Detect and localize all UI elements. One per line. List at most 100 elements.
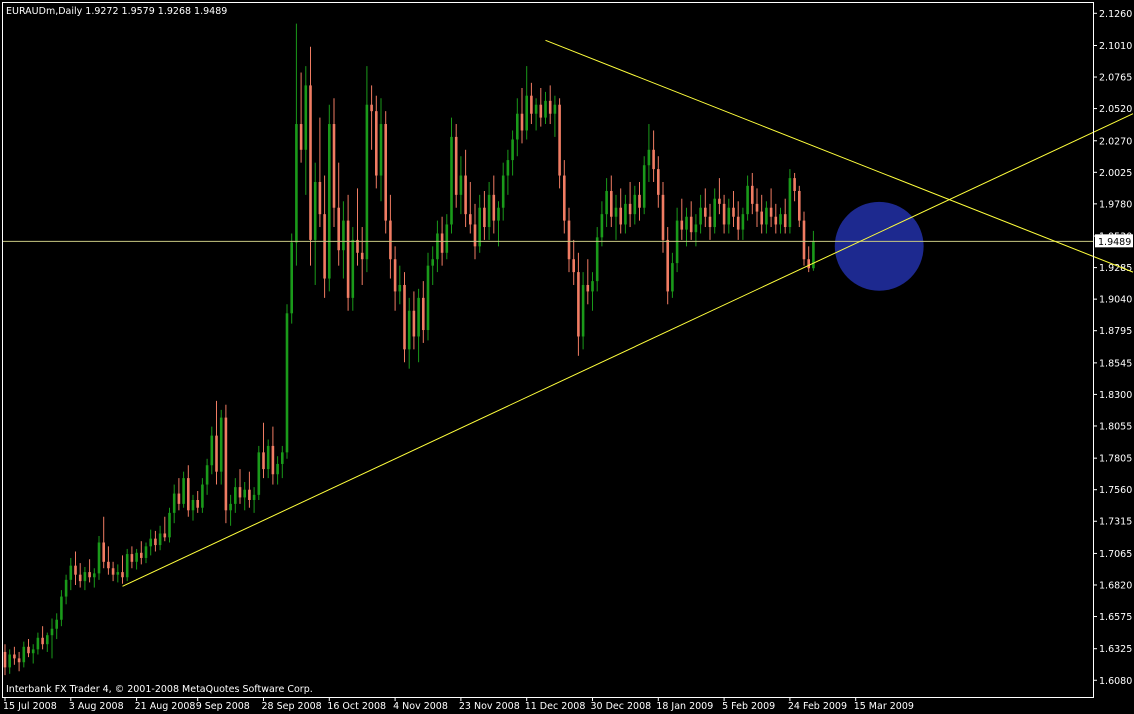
candle-body bbox=[144, 546, 148, 558]
candle-body bbox=[78, 574, 82, 582]
candle-body bbox=[201, 484, 204, 508]
candle-body bbox=[281, 452, 284, 464]
candle-body bbox=[558, 104, 561, 176]
candle-body bbox=[36, 637, 40, 650]
candle-body bbox=[807, 259, 810, 269]
x-tick-label: 11 Dec 2008 bbox=[525, 701, 586, 712]
candle-body bbox=[191, 500, 195, 511]
candle-body bbox=[97, 542, 101, 574]
y-tick-label: 1.6080 bbox=[1099, 676, 1132, 687]
candle-body bbox=[403, 284, 406, 350]
x-tick-label: 28 Sep 2008 bbox=[262, 701, 322, 712]
candle-body bbox=[111, 568, 115, 575]
candle-body bbox=[365, 104, 369, 260]
y-tick-label: 1.8795 bbox=[1099, 326, 1132, 337]
candle-body bbox=[74, 565, 77, 575]
candle-body bbox=[783, 214, 787, 228]
candle-body bbox=[13, 654, 16, 659]
candle-body bbox=[135, 552, 138, 562]
candle-body bbox=[22, 646, 26, 663]
candle-body bbox=[417, 297, 420, 337]
candle-body bbox=[234, 487, 237, 504]
candle-body bbox=[182, 478, 185, 504]
candle-body bbox=[769, 207, 773, 217]
candle-body bbox=[69, 565, 73, 580]
candle-body bbox=[229, 503, 232, 511]
candle-body bbox=[389, 220, 392, 260]
candle-body bbox=[55, 619, 58, 629]
y-tick-label: 2.1010 bbox=[1099, 41, 1132, 52]
candle-body bbox=[422, 297, 425, 331]
candle-body bbox=[224, 417, 228, 511]
candle-body bbox=[318, 181, 322, 215]
candle-body bbox=[628, 203, 632, 215]
candle-body bbox=[802, 220, 806, 260]
candle-body bbox=[440, 233, 444, 253]
candle-body bbox=[431, 259, 434, 266]
candle-body bbox=[304, 85, 308, 150]
candle-body bbox=[107, 561, 110, 569]
bull-candle bbox=[426, 252, 430, 341]
candle-body bbox=[544, 100, 547, 118]
candlestick-chart[interactable]: 2.1260 2.1010 2.0765 2.0520 2.0270 2.0025 1.97… bbox=[0, 0, 1134, 714]
candle-body bbox=[436, 233, 439, 260]
y-tick-label: 1.6820 bbox=[1099, 580, 1132, 591]
candle-body bbox=[88, 572, 91, 578]
y-tick-label: 2.1260 bbox=[1099, 9, 1132, 20]
bear-candle bbox=[224, 404, 228, 524]
candle-body bbox=[610, 190, 613, 217]
candle-body bbox=[158, 533, 162, 546]
x-tick-label: 24 Feb 2009 bbox=[788, 701, 847, 712]
candle-body bbox=[196, 500, 199, 508]
candle-body bbox=[478, 207, 481, 247]
candle-body bbox=[675, 220, 679, 264]
y-tick-label: 2.0765 bbox=[1099, 73, 1132, 84]
candle-body bbox=[168, 512, 171, 538]
candle-body bbox=[487, 194, 491, 228]
candle-body bbox=[323, 214, 326, 279]
y-tick-label: 1.7560 bbox=[1099, 485, 1132, 496]
candle-body bbox=[163, 533, 167, 538]
candle-body bbox=[699, 207, 702, 225]
x-tick-label: 21 Aug 2008 bbox=[135, 701, 196, 712]
candle-body bbox=[31, 649, 35, 654]
candle-body bbox=[506, 160, 510, 176]
candle-body bbox=[765, 207, 768, 225]
x-tick-label: 9 Sep 2008 bbox=[196, 701, 250, 712]
bull-candle bbox=[168, 507, 171, 543]
candle-body bbox=[248, 489, 251, 501]
candle-body bbox=[177, 493, 181, 504]
candle-body bbox=[793, 178, 796, 191]
candle-body bbox=[704, 207, 707, 217]
candle-body bbox=[313, 181, 317, 240]
candle-body bbox=[473, 224, 477, 247]
candle-body bbox=[760, 211, 763, 225]
candle-body bbox=[661, 194, 665, 240]
candle-body bbox=[713, 198, 716, 228]
candle-body bbox=[511, 139, 514, 161]
candle-body bbox=[694, 224, 698, 233]
candle-body bbox=[680, 220, 684, 230]
candle-body bbox=[459, 175, 463, 195]
candle-body bbox=[370, 104, 373, 112]
candle-body bbox=[671, 263, 674, 292]
candle-body bbox=[379, 124, 383, 176]
candle-body bbox=[548, 100, 552, 114]
candle-body bbox=[534, 104, 538, 114]
y-tick-label: 1.8300 bbox=[1099, 390, 1132, 401]
candle-body bbox=[581, 284, 585, 337]
candle-body bbox=[741, 214, 745, 230]
candle-body bbox=[633, 194, 637, 215]
candle-body bbox=[469, 214, 472, 225]
candle-body bbox=[501, 175, 505, 208]
x-tick-label: 4 Nov 2008 bbox=[393, 701, 448, 712]
candle-body bbox=[774, 216, 778, 225]
candle-body bbox=[215, 435, 218, 472]
y-tick-label: 1.7315 bbox=[1099, 517, 1132, 528]
candle-body bbox=[497, 207, 500, 221]
y-tick-label: 2.0520 bbox=[1099, 104, 1132, 115]
candle-body bbox=[516, 113, 519, 140]
candle-body bbox=[64, 579, 68, 597]
candle-body bbox=[356, 239, 359, 253]
candle-body bbox=[252, 494, 256, 501]
